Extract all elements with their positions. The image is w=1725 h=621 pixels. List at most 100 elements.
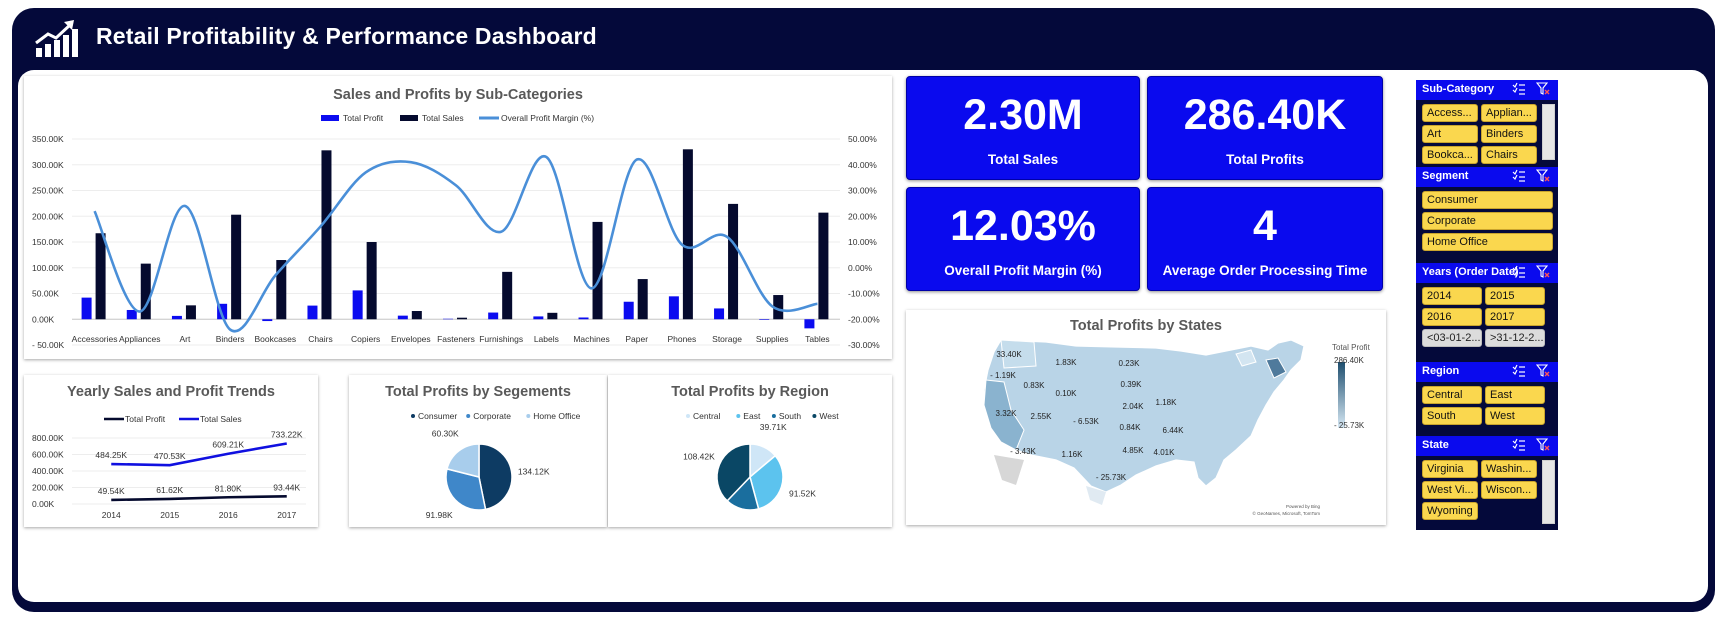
legend-swatch bbox=[771, 414, 776, 418]
state-profit-label: 1.16K bbox=[1062, 450, 1084, 459]
state-profit-map[interactable]: Total Profits by States 33.40K - 1.19K 1.8… bbox=[906, 310, 1386, 525]
legend-swatch bbox=[736, 414, 741, 418]
clear-filter-icon[interactable] bbox=[1536, 82, 1550, 96]
y2-tick-label: 10.00% bbox=[848, 237, 877, 247]
chart-title: Total Profits by Region bbox=[671, 384, 829, 400]
clear-filter-icon[interactable] bbox=[1536, 265, 1550, 279]
slicer-item[interactable]: Binders bbox=[1481, 125, 1537, 143]
slicer-item[interactable]: Chairs bbox=[1481, 146, 1537, 164]
legend-label: Corporate bbox=[473, 411, 511, 421]
profit-bar bbox=[81, 297, 92, 320]
slicer-panel: Sub-Category Access... Applian... Art Binder… bbox=[1416, 80, 1558, 530]
multi-select-icon[interactable] bbox=[1512, 438, 1526, 452]
data-label: 91.52K bbox=[789, 488, 816, 498]
slicer-header: Years (Order Date) bbox=[1416, 263, 1558, 283]
multi-select-icon[interactable] bbox=[1512, 364, 1526, 378]
y2-tick-label: 40.00% bbox=[848, 160, 877, 170]
slicer-item[interactable]: Wyoming bbox=[1422, 502, 1478, 520]
category-label: Phones bbox=[667, 334, 696, 344]
legend-swatch bbox=[526, 414, 531, 418]
slicer-item[interactable]: 2017 bbox=[1485, 308, 1545, 326]
category-label: Fasteners bbox=[437, 334, 475, 344]
state-profit-label: 0.84K bbox=[1120, 423, 1142, 432]
legend-swatch bbox=[400, 115, 418, 121]
slicer-item[interactable]: Wiscon... bbox=[1481, 481, 1537, 499]
sales-bar bbox=[321, 150, 332, 320]
profit-bar bbox=[352, 290, 363, 320]
slicer-item[interactable]: Washin... bbox=[1481, 460, 1537, 478]
profit-bar bbox=[171, 315, 182, 320]
sales-bar bbox=[637, 279, 648, 320]
category-label: Machines bbox=[573, 334, 609, 344]
slicer-scrollbar[interactable] bbox=[1542, 460, 1555, 524]
yearly-trends-chart[interactable]: Yearly Sales and Profit Trends Total Pro… bbox=[24, 375, 318, 527]
multi-select-icon[interactable] bbox=[1512, 169, 1526, 183]
slicer-header: Region bbox=[1416, 362, 1558, 382]
slicer-item[interactable]: >31-12-2... bbox=[1485, 329, 1545, 347]
chart-title: Yearly Sales and Profit Trends bbox=[67, 384, 275, 400]
legend-swatch bbox=[411, 414, 415, 418]
category-label: Storage bbox=[712, 334, 742, 344]
kpi-label: Average Order Processing Time bbox=[1162, 263, 1368, 278]
y-tick-label: 0.00K bbox=[32, 499, 55, 509]
profit-bar bbox=[307, 305, 318, 320]
kpi-label: Total Profits bbox=[1226, 152, 1304, 167]
slicer-item[interactable]: South bbox=[1422, 407, 1482, 425]
data-label: 81.80K bbox=[215, 483, 242, 493]
legend-label: Total Sales bbox=[200, 414, 242, 424]
category-label: Tables bbox=[805, 334, 830, 344]
data-label: 93.44K bbox=[273, 482, 300, 492]
slicer-title: Segment bbox=[1422, 170, 1469, 182]
slicer-scrollbar[interactable] bbox=[1542, 104, 1555, 160]
slicer-item[interactable]: Home Office bbox=[1422, 233, 1553, 251]
slicer-item[interactable]: West bbox=[1485, 407, 1545, 425]
slicer-title: Region bbox=[1422, 365, 1460, 377]
chart-title: Sales and Profits by Sub-Categories bbox=[333, 87, 583, 103]
clear-filter-icon[interactable] bbox=[1536, 169, 1550, 183]
slicer-sub-category: Sub-Category Access... Applian... Art Binder… bbox=[1416, 80, 1558, 166]
multi-select-icon[interactable] bbox=[1512, 265, 1526, 279]
profit-bar bbox=[714, 308, 725, 320]
slicer-item[interactable]: Access... bbox=[1422, 104, 1478, 122]
slicer-item[interactable]: 2014 bbox=[1422, 287, 1482, 305]
slicer-item[interactable]: West Vi... bbox=[1422, 481, 1478, 499]
multi-select-icon[interactable] bbox=[1512, 82, 1526, 96]
slicer-title: State bbox=[1422, 439, 1449, 451]
data-label: 108.42K bbox=[683, 452, 715, 462]
sales-profit-subcategory-chart[interactable]: Sales and Profits by Sub-Categories Tota… bbox=[24, 76, 892, 359]
y2-tick-label: -30.00% bbox=[848, 340, 880, 350]
y2-tick-label: 50.00% bbox=[848, 134, 877, 144]
slicer-item[interactable]: Consumer bbox=[1422, 191, 1553, 209]
slicer-item[interactable]: Central bbox=[1422, 386, 1482, 404]
slicer-item[interactable]: Applian... bbox=[1481, 104, 1537, 122]
y-tick-label: 200.00K bbox=[32, 483, 64, 493]
slicer-item[interactable]: Virginia bbox=[1422, 460, 1478, 478]
slicer-item[interactable]: Corporate bbox=[1422, 212, 1553, 230]
profit-bar bbox=[533, 316, 544, 320]
slicer-region: Region Central East South West bbox=[1416, 362, 1558, 435]
legend-label: West bbox=[819, 411, 839, 421]
slicer-item[interactable]: 2016 bbox=[1422, 308, 1482, 326]
subcategory-combo-chart: Total Profit Total Sales Overall Profit Ma… bbox=[32, 113, 880, 350]
slicer-item[interactable]: Bookca... bbox=[1422, 146, 1478, 164]
y-tick-label: 400.00K bbox=[32, 466, 64, 476]
slicer-item[interactable]: Art bbox=[1422, 125, 1478, 143]
profit-bar bbox=[262, 319, 273, 322]
clear-filter-icon[interactable] bbox=[1536, 438, 1550, 452]
slicer-item[interactable]: East bbox=[1485, 386, 1545, 404]
profit-bar bbox=[126, 309, 137, 320]
slicer-header: State bbox=[1416, 436, 1558, 456]
segment-profit-chart[interactable]: Total Profits by Segements Consumer Corpo… bbox=[349, 375, 607, 527]
legend-label: East bbox=[743, 411, 761, 421]
kpi-value: 4 bbox=[1253, 202, 1277, 250]
slicer-segment: Segment Consumer Corporate Home Office bbox=[1416, 167, 1558, 262]
slicer-item[interactable]: <03-01-2... bbox=[1422, 329, 1482, 347]
y-tick-label: 600.00K bbox=[32, 450, 64, 460]
kpi-label: Overall Profit Margin (%) bbox=[944, 263, 1102, 278]
state-profit-label: 1.83K bbox=[1056, 358, 1078, 367]
slicer-item[interactable]: 2015 bbox=[1485, 287, 1545, 305]
region-profit-chart[interactable]: Total Profits by Region Central East South… bbox=[608, 375, 892, 535]
state-profit-label: 4.01K bbox=[1154, 448, 1176, 457]
sales-bar bbox=[231, 214, 242, 320]
clear-filter-icon[interactable] bbox=[1536, 364, 1550, 378]
